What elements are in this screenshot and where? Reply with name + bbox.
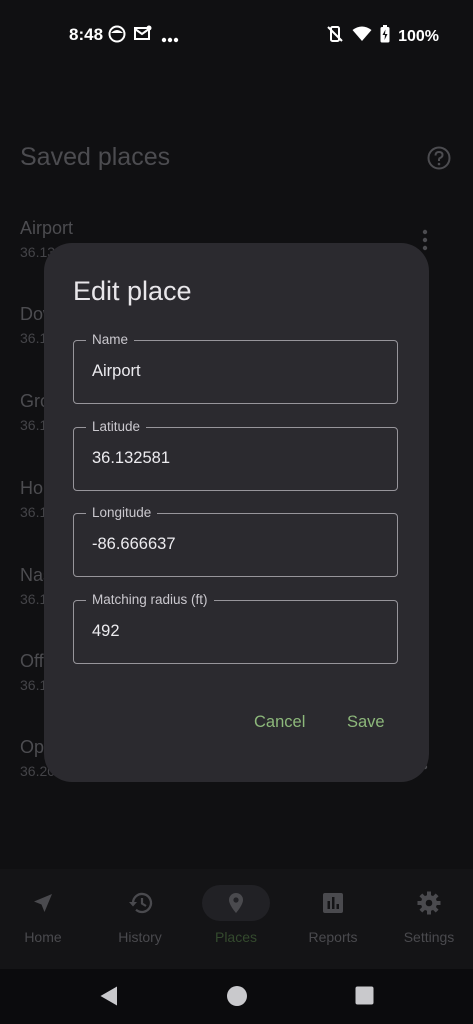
longitude-field[interactable]: Longitude [73, 505, 398, 577]
wifi-icon [352, 26, 372, 47]
save-button[interactable]: Save [347, 713, 385, 732]
nav-label: Reports [308, 929, 358, 945]
nav-label: Places [214, 929, 258, 945]
latitude-input[interactable] [92, 449, 372, 468]
recents-icon[interactable] [355, 986, 374, 1010]
dialog-title: Edit place [73, 276, 192, 306]
cancel-button[interactable]: Cancel [254, 713, 305, 732]
gear-icon [417, 891, 441, 920]
longitude-input[interactable] [92, 535, 372, 554]
page-title: Saved places [20, 143, 171, 171]
name-input[interactable] [92, 362, 372, 381]
battery-percent: 100% [398, 27, 439, 45]
app-screen: 8:48 100% Saved places Airport Opry Home… [0, 0, 473, 1024]
latitude-field[interactable]: Latitude [73, 419, 398, 491]
name-field[interactable]: Name [73, 332, 398, 404]
more-notifications-icon [161, 30, 179, 49]
help-icon[interactable] [427, 146, 451, 175]
place-pin-icon [224, 891, 248, 920]
nav-item-reports[interactable]: Reports [286, 869, 380, 969]
nav-label: History [118, 929, 162, 945]
status-right: 100% [326, 25, 439, 48]
battery-icon [380, 25, 390, 48]
home-circle-icon[interactable] [226, 985, 248, 1012]
name-field-label: Name [86, 332, 135, 348]
bar-chart-icon [321, 891, 345, 920]
latitude-field-label: Latitude [86, 419, 147, 435]
nav-label: Settings [403, 929, 455, 945]
radius-input[interactable] [92, 622, 372, 641]
status-bar: 8:48 100% [0, 0, 473, 72]
nav-label: Home [24, 929, 62, 945]
vibrate-off-icon [326, 25, 344, 48]
navigation-arrow-icon [31, 891, 55, 920]
back-icon[interactable] [99, 985, 119, 1012]
history-icon [128, 891, 154, 920]
nav-item-settings[interactable]: Settings [382, 869, 473, 969]
nav-item-places[interactable]: Places [189, 869, 283, 969]
nav-item-home[interactable]: Home [0, 869, 90, 969]
bottom-navigation: Home History Places Reports Settings [0, 869, 473, 969]
edit-place-dialog: Edit place Name Latitude Longitude Match… [44, 243, 429, 782]
radius-field[interactable]: Matching radius (ft) [73, 592, 398, 664]
mail-notification-icon [134, 25, 152, 46]
longitude-field-label: Longitude [86, 505, 158, 521]
system-navigation-bar [0, 969, 473, 1024]
status-time: 8:48 [69, 25, 104, 44]
nav-item-history[interactable]: History [93, 869, 187, 969]
radius-field-label: Matching radius (ft) [86, 592, 214, 608]
place-name: Airport [20, 218, 74, 238]
face-notification-icon [108, 25, 126, 48]
